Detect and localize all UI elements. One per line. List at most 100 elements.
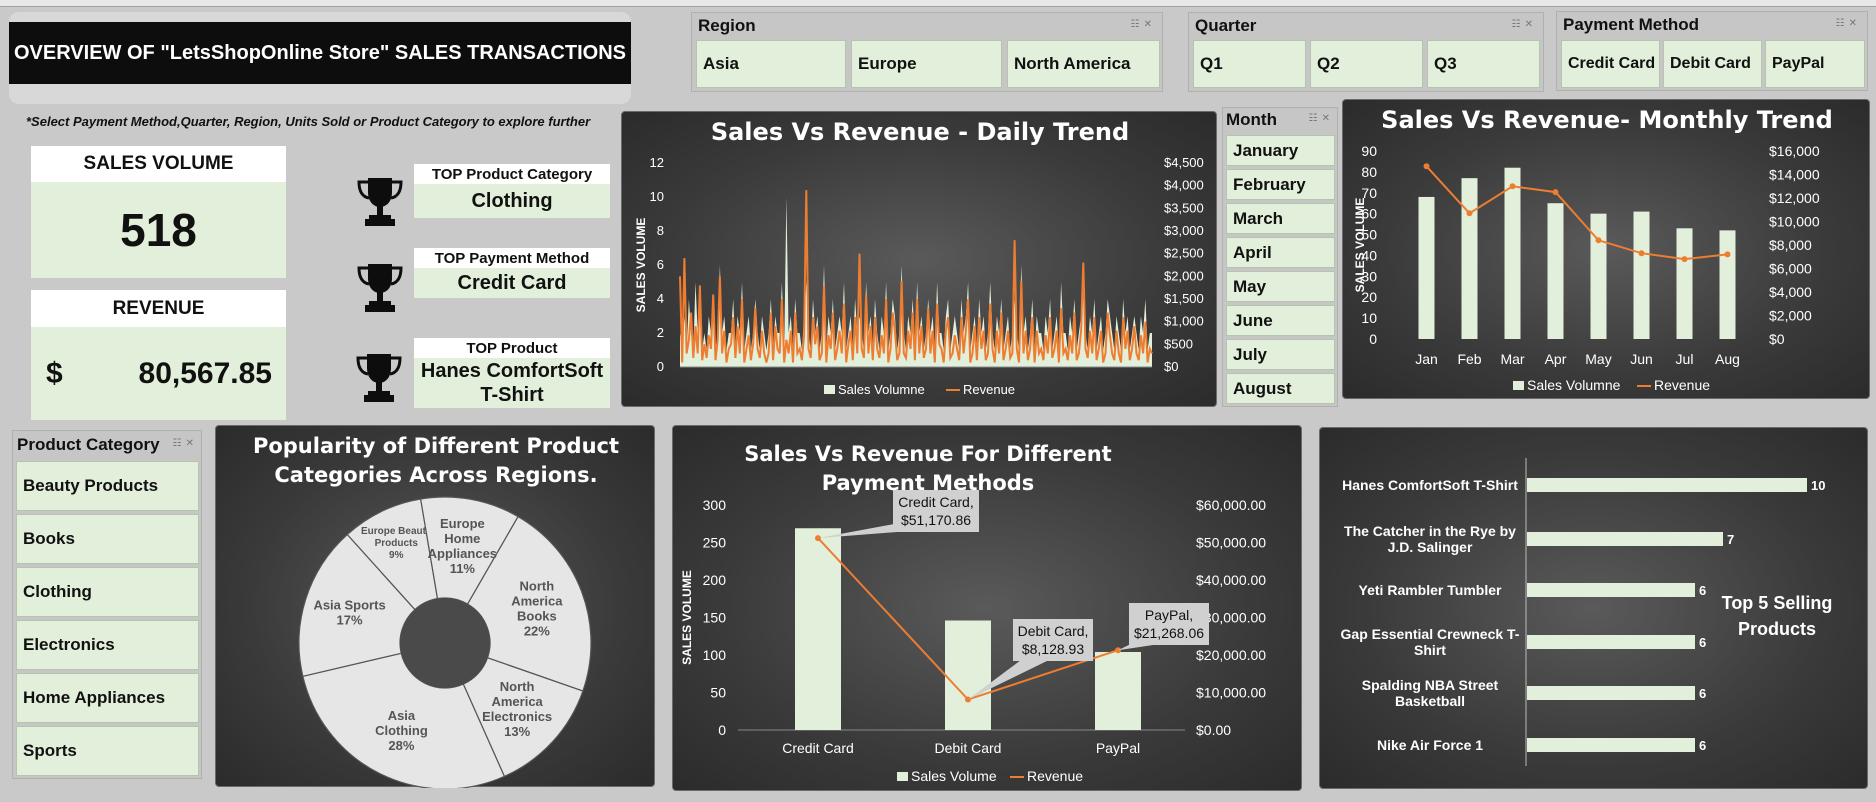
clear-filter-icon[interactable]: ✕ [186, 438, 198, 449]
sales-volume-value: 518 [31, 182, 286, 278]
y2-tick-label: $500 [1164, 336, 1193, 351]
top-category-value: Clothing [414, 184, 610, 218]
slicer-item-beauty-products[interactable]: Beauty Products [16, 461, 199, 511]
y2-tick-label: $10,000 [1769, 214, 1820, 230]
revenue-point [1638, 250, 1645, 257]
slicer-item-debit-card[interactable]: Debit Card [1663, 40, 1762, 88]
product-value-label: 7 [1727, 532, 1734, 547]
y2-tick-label: $6,000 [1769, 261, 1812, 277]
daily-trend-chart: Sales Vs Revenue - Daily Trend 0 2 4 6 8 10 12… [621, 111, 1217, 407]
y2-tick-label: $2,000 [1164, 268, 1204, 283]
multi-select-icon[interactable]: ☷ [1309, 113, 1322, 124]
x-tick-label: Credit Card [782, 740, 854, 756]
slicer-item-may[interactable]: May [1226, 271, 1335, 302]
trophy-icon [357, 264, 403, 312]
clear-filter-icon[interactable]: ✕ [1144, 19, 1156, 30]
y2-tick-label: $0.00 [1196, 722, 1231, 738]
top-products-chart: Top 5 Selling Products 10 Hanes ComfortSo… [1319, 427, 1868, 789]
legend-swatch-sales [824, 385, 835, 394]
multi-select-icon[interactable]: ☷ [173, 438, 186, 449]
slicer-item-clothing[interactable]: Clothing [16, 567, 199, 617]
legend-label-sales: Sales Volumne [838, 382, 925, 397]
slicer-item-europe[interactable]: Europe [851, 40, 1002, 88]
top-product-label: TOP Product [414, 338, 610, 358]
x-tick-label: Jul [1676, 351, 1694, 367]
sales-volume-label: SALES VOLUME [31, 146, 286, 182]
y2-tick-label: $0 [1769, 331, 1785, 347]
payment-method-plot: 0 50 100 150 200 250 300 $0.00 $10,000.00 $20,000… [680, 490, 1266, 784]
slicer-item-march[interactable]: March [1226, 203, 1335, 234]
product-category-label: Hanes ComfortSoft T-Shirt [1342, 477, 1518, 493]
slicer-item-july[interactable]: July [1226, 339, 1335, 370]
y2-tick-label: $20,000.00 [1196, 647, 1266, 663]
slicer-item-home-appliances[interactable]: Home Appliances [16, 673, 199, 723]
y-tick-label: 80 [1361, 164, 1377, 180]
revenue-data-label-value: $51,170.86 [901, 512, 971, 528]
monthly-sales-bar [1676, 228, 1693, 339]
product-bar [1527, 478, 1807, 492]
top-category-label: TOP Product Category [414, 164, 610, 184]
slicer-controls: ☷✕ [1836, 18, 1861, 29]
legend-swatch-sales [1513, 381, 1524, 390]
multi-select-icon[interactable]: ☷ [1836, 18, 1849, 29]
slicer-item-february[interactable]: February [1226, 169, 1335, 200]
y-tick-label: 0 [657, 359, 664, 374]
y2-tick-label: $50,000.00 [1196, 535, 1266, 551]
product-value-label: 6 [1699, 583, 1706, 598]
top-product-value: Hanes ComfortSoft T-Shirt [414, 358, 610, 408]
y2-tick-label: $2,500 [1164, 246, 1204, 261]
y-tick-label: 50 [710, 685, 726, 701]
y-tick-label: 12 [650, 155, 664, 170]
y-tick-label: 10 [1361, 310, 1377, 326]
y2-tick-label: $14,000 [1769, 167, 1820, 183]
slicer-item-q2[interactable]: Q2 [1310, 40, 1423, 88]
slicer-item-june[interactable]: June [1226, 305, 1335, 336]
clear-filter-icon[interactable]: ✕ [1525, 19, 1537, 30]
top-products-plot: 10 Hanes ComfortSoft T-Shirt 7 The Catcher … [1341, 458, 1825, 766]
product-category-label: Gap Essential Crewneck T-Shirt [1341, 626, 1520, 658]
monthly-trend-plot: 0102030405060708090$0$2,000$4,000$6,000$… [1353, 143, 1820, 393]
y-tick-label: 150 [703, 610, 727, 626]
quarter-slicer: Quarter ☷✕ Q1 Q2 Q3 [1188, 12, 1544, 92]
multi-select-icon[interactable]: ☷ [1131, 19, 1144, 30]
slicer-item-asia[interactable]: Asia [696, 40, 846, 88]
slicer-item-north-america[interactable]: North America [1007, 40, 1160, 88]
slicer-item-credit-card[interactable]: Credit Card [1561, 40, 1660, 88]
y2-tick-label: $4,500 [1164, 155, 1204, 170]
category-region-plot: North America Books 22%North America Electron… [298, 496, 592, 788]
product-bar [1527, 583, 1695, 597]
product-category-label: Nike Air Force 1 [1377, 737, 1483, 753]
slicer-item-august[interactable]: August [1226, 373, 1335, 404]
revenue-line [679, 190, 1153, 363]
slicer-title: Region [698, 16, 756, 35]
clear-filter-icon[interactable]: ✕ [1322, 113, 1334, 124]
monthly-sales-bar [1719, 230, 1736, 339]
y-tick-label: 2 [657, 325, 664, 340]
clear-filter-icon[interactable]: ✕ [1849, 18, 1861, 29]
monthly-sales-bar [1461, 178, 1478, 339]
slicer-item-january[interactable]: January [1226, 135, 1335, 166]
y2-tick-label: $0 [1164, 359, 1178, 374]
revenue-currency: $ [46, 357, 63, 390]
slicer-item-q3[interactable]: Q3 [1427, 40, 1540, 88]
multi-select-icon[interactable]: ☷ [1512, 19, 1525, 30]
y-tick-label: 200 [703, 572, 727, 588]
x-tick-label: Feb [1457, 351, 1481, 367]
slicer-item-april[interactable]: April [1226, 237, 1335, 268]
slicer-item-q1[interactable]: Q1 [1193, 40, 1306, 88]
slicer-controls: ☷✕ [173, 438, 198, 449]
revenue-point [1595, 237, 1602, 244]
slicer-title: Month [1226, 110, 1277, 129]
y2-tick-label: $10,000.00 [1196, 685, 1266, 701]
slicer-item-books[interactable]: Books [16, 514, 199, 564]
y2-tick-label: $1,000 [1164, 314, 1204, 329]
x-tick-label: Aug [1715, 351, 1740, 367]
slicer-item-sports[interactable]: Sports [16, 726, 199, 776]
slicer-item-electronics[interactable]: Electronics [16, 620, 199, 670]
y2-tick-label: $8,000 [1769, 237, 1812, 253]
revenue-data-label-value: $21,268.06 [1134, 625, 1204, 641]
doughnut-hole [400, 598, 490, 688]
y-axis-title: SALES VOLUME [680, 570, 694, 665]
y2-tick-label: $3,000 [1164, 223, 1204, 238]
slicer-item-paypal[interactable]: PayPal [1765, 40, 1865, 88]
